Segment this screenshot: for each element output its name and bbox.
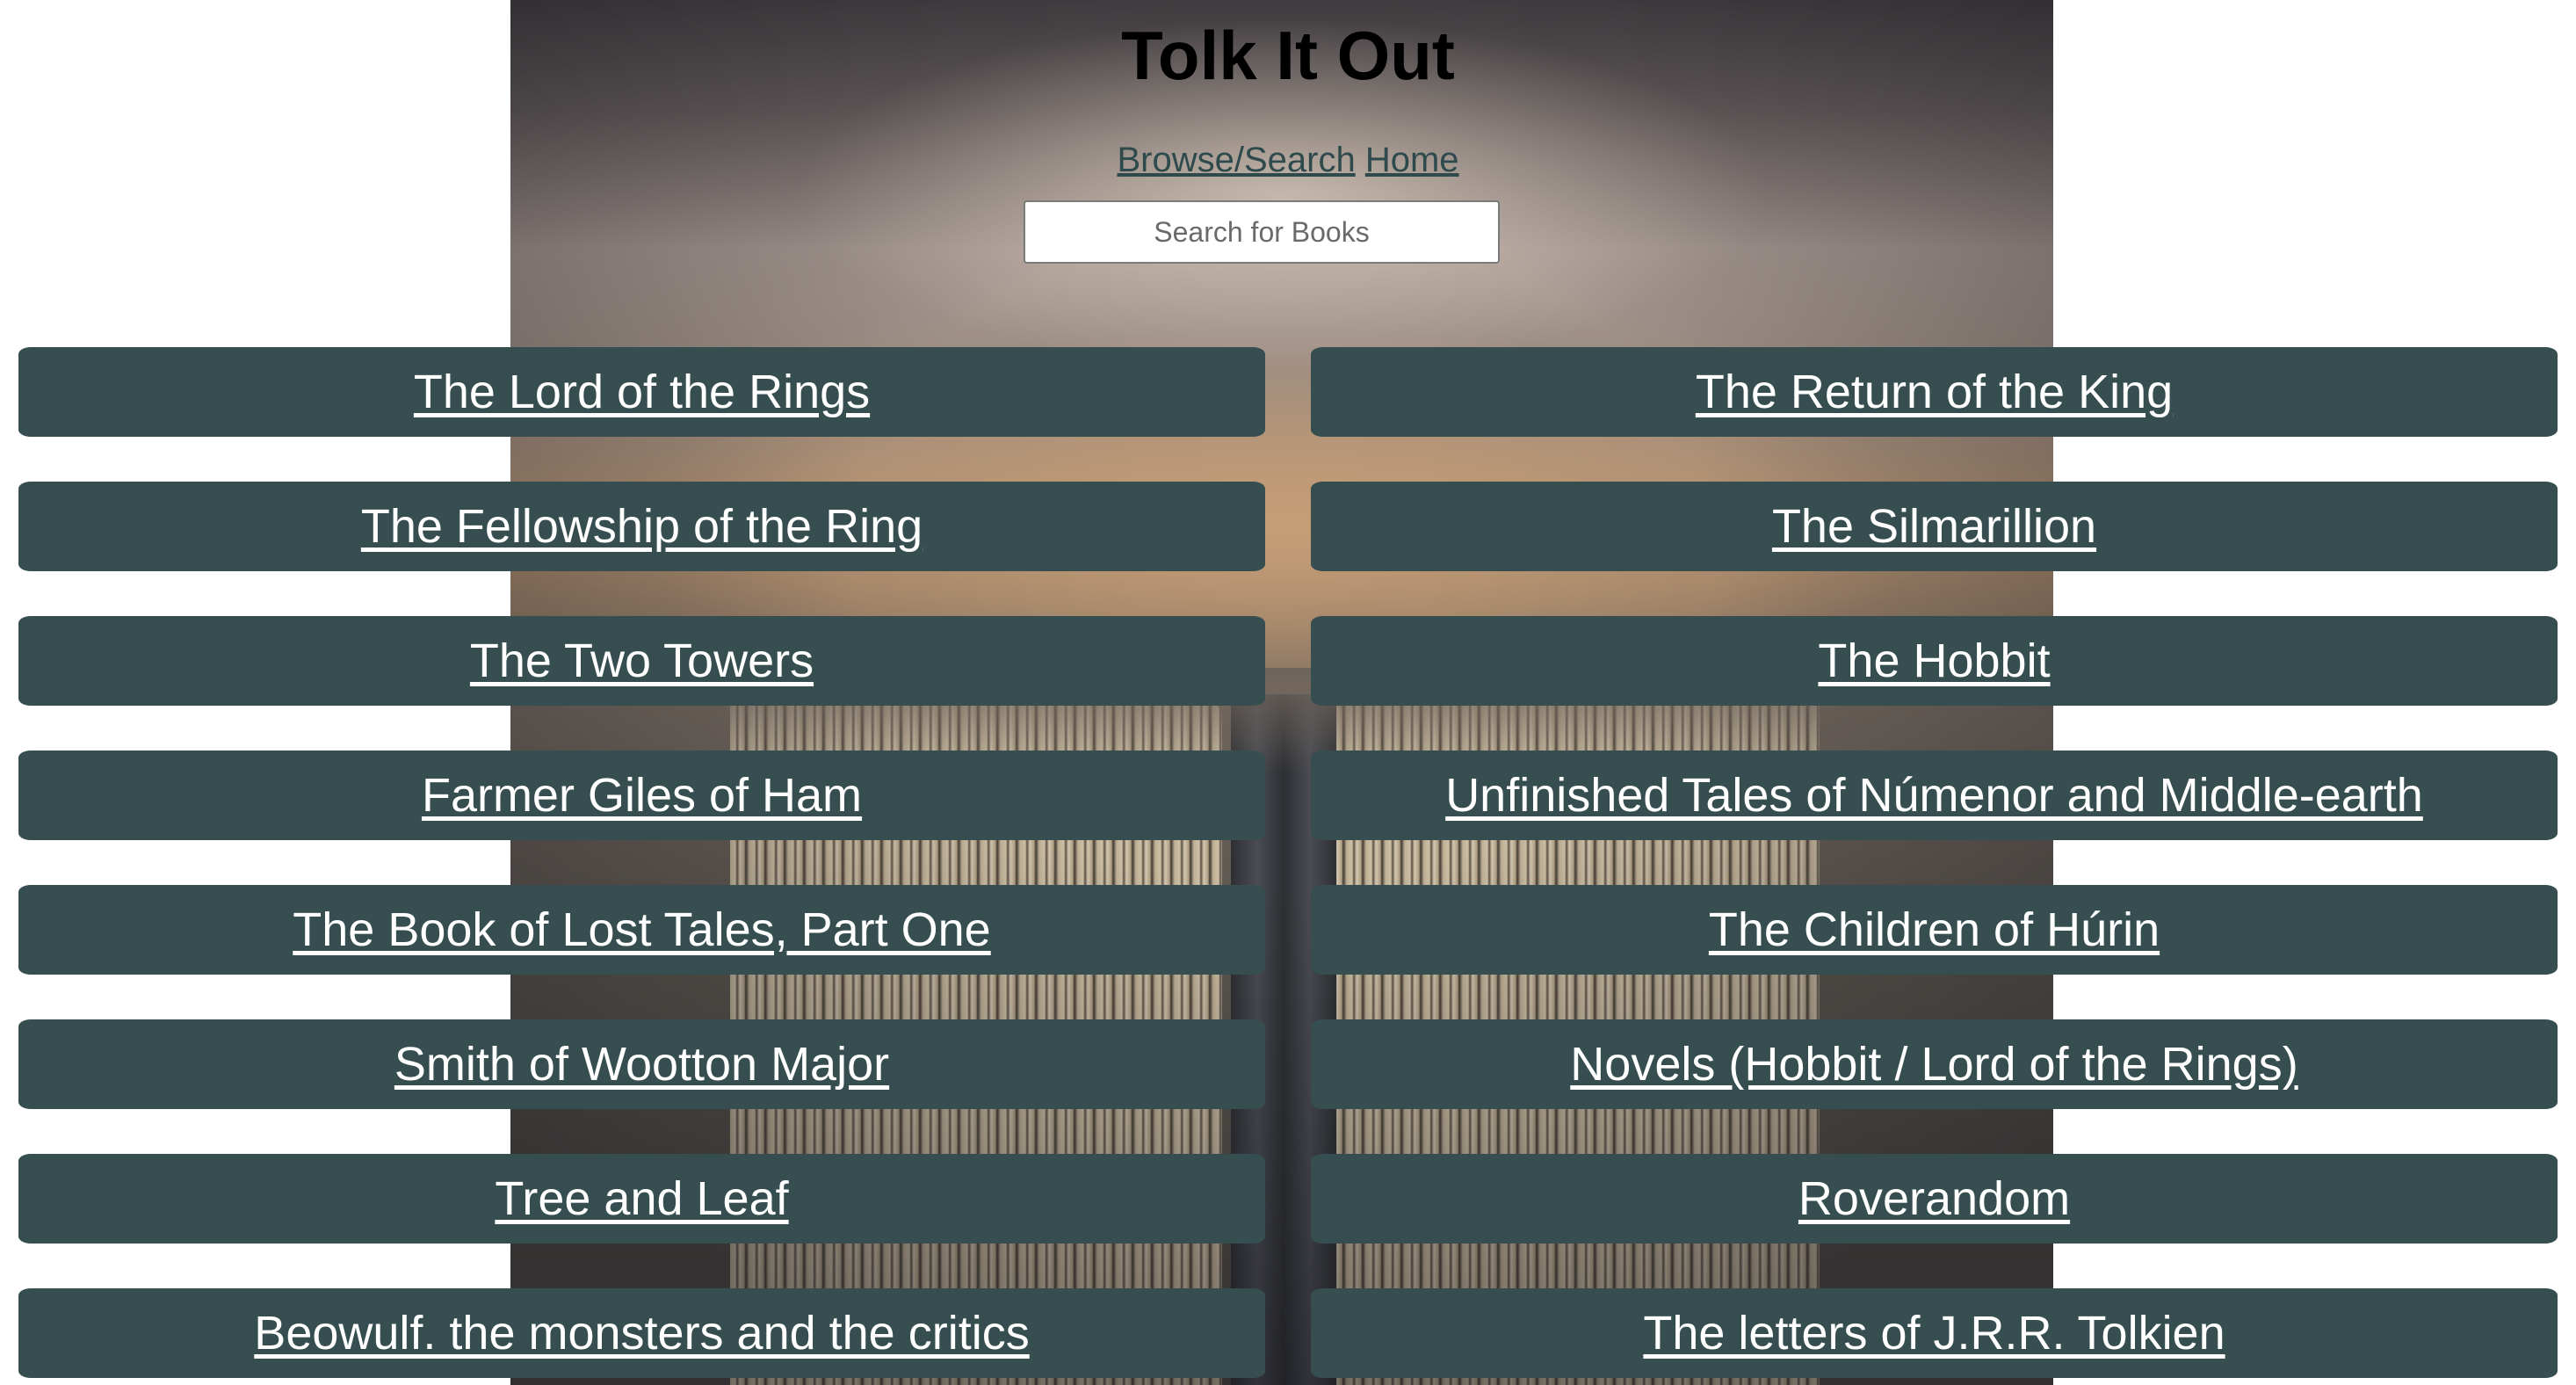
book-link[interactable]: Tree and Leaf	[18, 1154, 1265, 1244]
book-link[interactable]: Novels (Hobbit / Lord of the Rings)	[1311, 1019, 2558, 1109]
search-input[interactable]	[1024, 200, 1500, 264]
book-link[interactable]: Roverandom	[1311, 1154, 2558, 1244]
page-title: Tolk It Out	[1121, 17, 1455, 94]
browse-search-link[interactable]: Browse/Search	[1117, 141, 1355, 179]
page: Tolk It Out Browse/Search Home The Lord …	[0, 0, 2576, 1385]
book-link[interactable]: Smith of Wootton Major	[18, 1019, 1265, 1109]
book-grid: The Lord of the Rings The Return of the …	[18, 347, 2558, 1378]
book-link[interactable]: The Book of Lost Tales, Part One	[18, 885, 1265, 975]
book-link[interactable]: The Hobbit	[1311, 616, 2558, 706]
book-link[interactable]: The letters of J.R.R. Tolkien	[1311, 1288, 2558, 1378]
book-link[interactable]: The Lord of the Rings	[18, 347, 1265, 437]
book-link[interactable]: Farmer Giles of Ham	[18, 751, 1265, 840]
book-link[interactable]: The Fellowship of the Ring	[18, 482, 1265, 571]
book-link[interactable]: The Two Towers	[18, 616, 1265, 706]
book-link[interactable]: The Children of Húrin	[1311, 885, 2558, 975]
nav-links: Browse/Search Home	[0, 141, 2576, 180]
book-link[interactable]: Beowulf. the monsters and the critics	[18, 1288, 1265, 1378]
book-link[interactable]: The Silmarillion	[1311, 482, 2558, 571]
home-link[interactable]: Home	[1365, 141, 1459, 179]
book-link[interactable]: The Return of the King	[1311, 347, 2558, 437]
book-link[interactable]: Unfinished Tales of Númenor and Middle-e…	[1311, 751, 2558, 840]
